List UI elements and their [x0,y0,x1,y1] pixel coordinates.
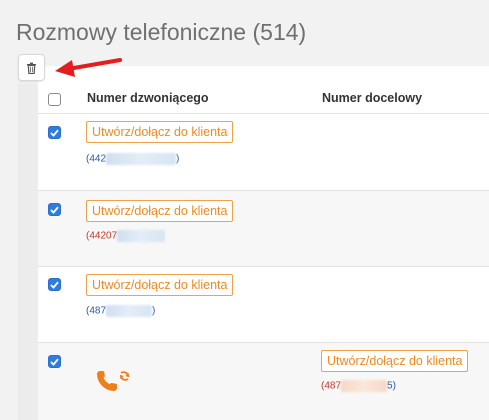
table-row: Utwórz/dołącz do klienta (487) [38,267,489,343]
check-icon [50,129,59,137]
annotation-arrow-icon [55,58,122,77]
select-all-checkbox[interactable] [48,93,61,106]
check-icon [50,281,59,289]
trash-icon [27,62,36,74]
table-row: Utwórz/dołącz do klienta (44207 [38,191,489,267]
phone-transfer-icon [97,371,129,391]
column-header-caller: Numer dzwoniącego [87,91,209,105]
check-icon [50,358,59,366]
create-join-client-button[interactable]: Utwórz/dołącz do klienta [321,350,469,372]
row-checkbox[interactable] [48,355,61,368]
column-header-target: Numer docelowy [322,91,423,105]
left-gutter [18,84,38,420]
create-join-client-button[interactable]: Utwórz/dołącz do klienta [86,274,234,296]
table-row: Utwórz/dołącz do klienta (487 5) [38,343,489,420]
delete-selected-button[interactable] [18,54,45,81]
check-icon [50,206,59,214]
target-number-link[interactable]: (487 5) [321,380,396,392]
calls-page: Rozmowy telefoniczne (514) Numer dzwonią… [0,0,489,420]
table-row: Utwórz/dołącz do klienta (442) [38,114,489,191]
create-join-client-button[interactable]: Utwórz/dołącz do klienta [86,200,234,222]
caller-number-link[interactable]: (442) [86,153,179,165]
row-checkbox[interactable] [48,203,61,216]
row-checkbox[interactable] [48,278,61,291]
page-title: Rozmowy telefoniczne (514) [16,19,307,45]
caller-number-link[interactable]: (44207 [86,230,166,242]
create-join-client-button[interactable]: Utwórz/dołącz do klienta [86,121,234,143]
row-checkbox[interactable] [48,126,61,139]
caller-number-link[interactable]: (487) [86,305,155,317]
